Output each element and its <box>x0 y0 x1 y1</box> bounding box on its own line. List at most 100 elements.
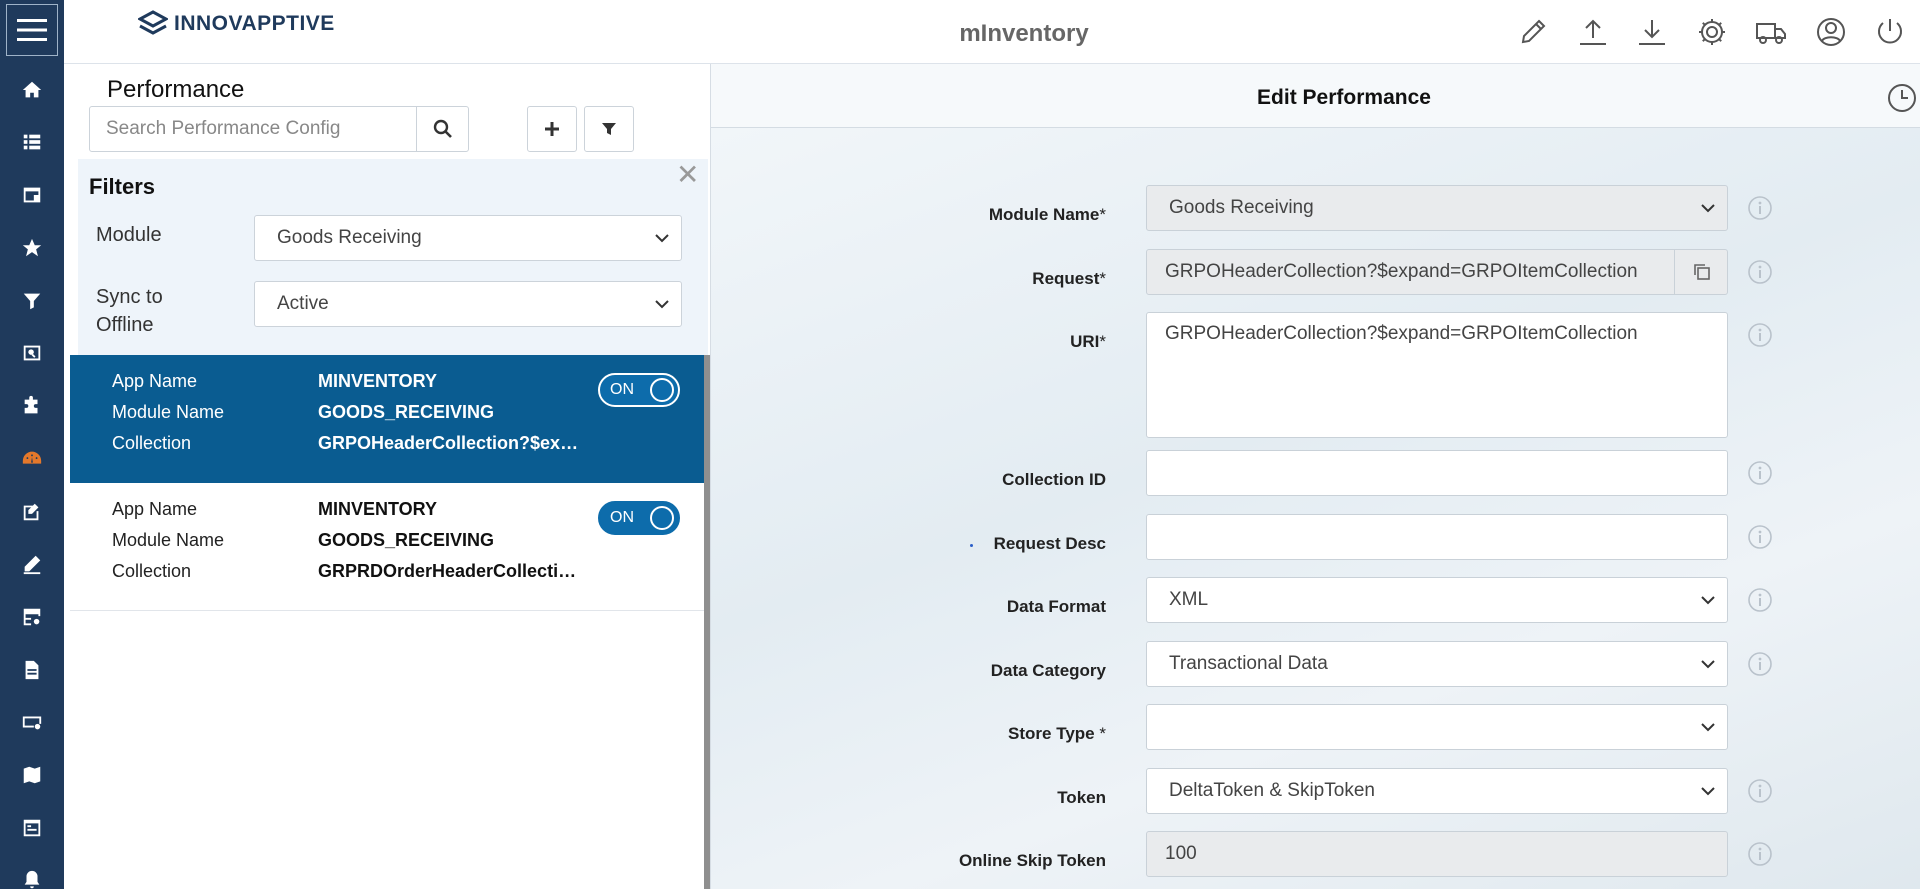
edit-window-icon <box>23 503 39 521</box>
nav-device-settings[interactable] <box>0 704 64 740</box>
chevron-down-icon <box>1701 660 1715 669</box>
copy-request-button[interactable] <box>1674 249 1728 295</box>
search-button[interactable] <box>416 107 468 151</box>
chevron-down-icon <box>1701 787 1715 796</box>
innovapptive-logo: INNOVAPPTIVE <box>138 10 335 38</box>
history-icon[interactable] <box>1886 82 1918 114</box>
nav-edit-config[interactable] <box>0 494 64 530</box>
info-icon[interactable] <box>1747 778 1773 804</box>
uri-label: URI* <box>1070 332 1106 351</box>
funnel-icon <box>602 123 616 135</box>
collection-id-field[interactable] <box>1146 450 1728 496</box>
logo-text: INNOVAPPTIVE <box>174 12 335 35</box>
add-button[interactable] <box>527 106 577 152</box>
upload-button[interactable] <box>1575 14 1611 50</box>
sync-toggle[interactable]: ON <box>598 501 680 535</box>
data-format-label: Data Format <box>1006 597 1106 616</box>
chevron-down-icon <box>1701 204 1715 213</box>
nav-notifications[interactable] <box>0 862 64 889</box>
toggle-label: ON <box>610 381 634 398</box>
info-icon[interactable] <box>1747 651 1773 677</box>
device-gear-icon <box>22 716 42 730</box>
data-format-select[interactable]: XML <box>1146 577 1728 623</box>
power-icon <box>1878 19 1902 44</box>
speedometer-icon <box>22 451 42 464</box>
request-desc-input[interactable] <box>1165 526 1715 548</box>
collection-id-input[interactable] <box>1165 462 1715 484</box>
token-select[interactable]: DeltaToken & SkipToken <box>1146 768 1728 814</box>
data-format-value: XML <box>1169 589 1209 610</box>
nav-search-window[interactable] <box>0 335 64 371</box>
data-category-select[interactable]: Transactional Data <box>1146 641 1728 687</box>
search-window-icon <box>23 345 41 361</box>
info-icon[interactable] <box>1747 195 1773 221</box>
info-icon[interactable] <box>1747 587 1773 613</box>
online-skip-token-value: 100 <box>1165 843 1197 864</box>
info-icon[interactable] <box>1747 322 1773 348</box>
app-name-value: MINVENTORY <box>318 499 438 519</box>
logo-mark-icon <box>138 10 168 35</box>
data-category-value: Transactional Data <box>1169 653 1328 674</box>
filter-button[interactable] <box>584 106 634 152</box>
collection-id-label: Collection ID <box>1002 470 1106 489</box>
download-icon <box>1639 20 1665 45</box>
module-name-value: GOODS_RECEIVING <box>318 530 495 550</box>
list-item[interactable]: App Name MINVENTORY Module Name GOODS_RE… <box>70 483 704 611</box>
app-name-label: App Name <box>112 499 198 519</box>
search-box <box>89 106 469 152</box>
online-skip-token-field[interactable]: 100 <box>1146 831 1728 877</box>
nav-grid-settings[interactable] <box>0 599 64 635</box>
sync-filter-select[interactable]: Active <box>254 281 682 327</box>
info-icon[interactable] <box>1747 259 1773 285</box>
bell-icon <box>24 870 40 889</box>
app-title: mInventory <box>959 20 1089 47</box>
store-type-select[interactable] <box>1146 704 1728 750</box>
request-desc-field[interactable] <box>1146 514 1728 560</box>
search-input[interactable] <box>90 107 416 151</box>
info-icon[interactable] <box>1747 841 1773 867</box>
collection-label: Collection <box>112 433 192 453</box>
profile-button[interactable] <box>1813 14 1849 50</box>
panel-title: Performance <box>107 76 245 103</box>
request-field[interactable]: GRPOHeaderCollection?$expand=GRPOItemCol… <box>1146 249 1728 295</box>
nav-window-settings[interactable] <box>0 177 64 213</box>
uri-textarea[interactable]: GRPOHeaderCollection?$expand=GRPOItemCol… <box>1146 312 1728 438</box>
module-filter-select[interactable]: Goods Receiving <box>254 215 682 261</box>
collection-value: GRPRDOrderHeaderCollection <box>318 561 580 581</box>
toggle-label: ON <box>610 509 634 526</box>
nav-map[interactable] <box>0 757 64 793</box>
nav-home[interactable] <box>0 72 64 108</box>
module-name-select[interactable]: Goods Receiving <box>1146 185 1728 231</box>
nav-document[interactable] <box>0 652 64 688</box>
list-item[interactable]: App Name MINVENTORY Module Name GOODS_RE… <box>70 355 704 483</box>
settings-button[interactable] <box>1694 14 1730 50</box>
sync-toggle[interactable]: ON <box>598 373 680 407</box>
module-name-value: Goods Receiving <box>1169 197 1314 218</box>
edit-header: Edit Performance <box>711 64 1920 128</box>
hamburger-icon <box>17 19 47 41</box>
chevron-down-icon <box>1701 596 1715 605</box>
nav-list[interactable] <box>0 124 64 160</box>
map-icon <box>23 766 41 784</box>
plus-icon <box>545 122 559 136</box>
app-name-value: MINVENTORY <box>318 371 438 391</box>
upload-icon <box>1580 19 1606 45</box>
edit-header-button[interactable] <box>1515 14 1551 50</box>
nav-reports[interactable] <box>0 810 64 846</box>
download-button[interactable] <box>1634 14 1670 50</box>
nav-favorites[interactable] <box>0 230 64 266</box>
logout-button[interactable] <box>1872 14 1908 50</box>
nav-edit[interactable] <box>0 546 64 582</box>
sync-filter-label-line1: Sync to <box>96 286 163 308</box>
star-icon <box>22 238 42 257</box>
nav-performance[interactable] <box>0 441 64 477</box>
hamburger-menu-button[interactable] <box>6 4 58 56</box>
nav-plugins[interactable] <box>0 388 64 424</box>
filters-close-icon[interactable]: ✕ <box>676 161 699 189</box>
chevron-down-icon <box>655 234 669 243</box>
info-icon[interactable] <box>1747 524 1773 550</box>
nav-filter[interactable] <box>0 283 64 319</box>
info-icon[interactable] <box>1747 460 1773 486</box>
delivery-button[interactable] <box>1753 14 1789 50</box>
chevron-down-icon <box>1701 723 1715 732</box>
